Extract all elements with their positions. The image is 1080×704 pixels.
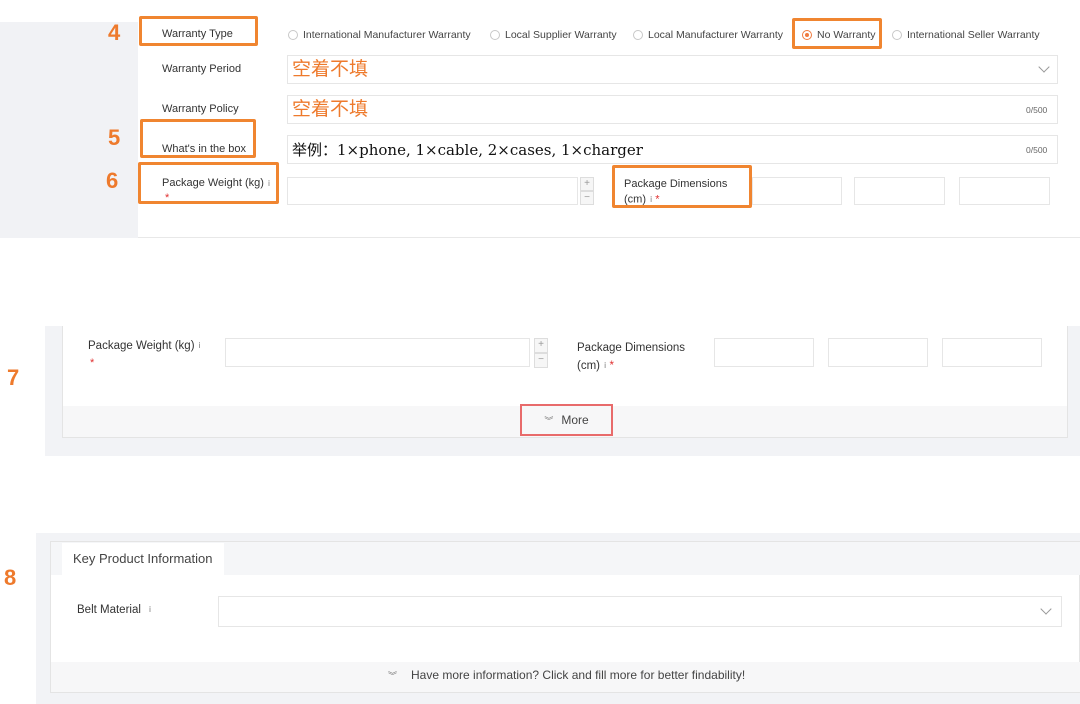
radio-label: Local Manufacturer Warranty: [648, 29, 783, 41]
radio-international-seller-warranty[interactable]: International Seller Warranty: [892, 29, 1040, 41]
double-chevron-down-icon: ︾: [388, 670, 398, 681]
step-number-6: 6: [106, 168, 119, 193]
package-weight-input[interactable]: [287, 177, 578, 205]
highlight-package-weight: [138, 162, 279, 204]
info-icon[interactable]: i: [199, 341, 201, 350]
package-length-input[interactable]: [752, 177, 842, 205]
package-height-input[interactable]: [959, 177, 1050, 205]
package-weight-label: Package Weight (kg) i: [88, 340, 201, 352]
increment-button[interactable]: +: [580, 177, 594, 191]
radio-circle[interactable]: [490, 30, 500, 40]
whats-in-the-box-annotation: 举例：1×phone, 1×cable, 2×cases, 1×charger: [292, 141, 643, 159]
package-height-input[interactable]: [942, 338, 1042, 367]
unit-text: (cm): [577, 360, 600, 373]
step-number-4: 4: [108, 20, 121, 45]
package-weight-input[interactable]: [225, 338, 530, 367]
package-length-input[interactable]: [714, 338, 814, 367]
radio-label: Local Supplier Warranty: [505, 29, 617, 41]
highlight-whats-in-the-box: [140, 119, 256, 158]
radio-international-manufacturer-warranty[interactable]: International Manufacturer Warranty: [288, 29, 471, 41]
step-number-5: 5: [108, 125, 121, 150]
increment-button[interactable]: +: [534, 338, 548, 353]
warranty-period-label: Warranty Period: [162, 63, 242, 75]
highlight-no-warranty: [792, 18, 882, 49]
info-icon[interactable]: i: [149, 605, 151, 614]
decrement-button[interactable]: −: [580, 191, 594, 205]
radio-local-manufacturer-warranty[interactable]: Local Manufacturer Warranty: [633, 29, 783, 41]
highlight-warranty-type: [139, 16, 258, 46]
warranty-period-select[interactable]: [287, 55, 1058, 84]
required-asterisk: *: [609, 360, 614, 373]
radio-local-supplier-warranty[interactable]: Local Supplier Warranty: [490, 29, 617, 41]
warranty-period-annotation: 空着不填: [292, 58, 369, 80]
whats-in-the-box-char-counter: 0/500: [1026, 145, 1048, 155]
more-info-label: Have more information? Click and fill mo…: [411, 668, 746, 682]
belt-material-label: Belt Material i: [77, 604, 151, 616]
required-asterisk: *: [90, 357, 95, 369]
info-icon[interactable]: i: [604, 357, 606, 375]
package-width-input[interactable]: [828, 338, 928, 367]
warranty-policy-annotation: 空着不填: [292, 98, 369, 120]
step-number-7: 7: [7, 365, 20, 390]
highlight-more-button: [520, 404, 613, 436]
section-title: Key Product Information: [73, 551, 213, 566]
decrement-button[interactable]: −: [534, 353, 548, 368]
radio-circle[interactable]: [633, 30, 643, 40]
belt-material-label-text: Belt Material: [77, 604, 141, 616]
radio-label: International Seller Warranty: [907, 29, 1040, 41]
step-number-8: 8: [4, 565, 17, 590]
package-dimensions-label-line1: Package Dimensions: [577, 342, 686, 354]
package-dimensions-label: Package Dimensions (cm) i *: [577, 339, 685, 375]
radio-label: International Manufacturer Warranty: [303, 29, 471, 41]
package-weight-label-text: Package Weight (kg): [88, 340, 195, 352]
warranty-policy-char-counter: 0/500: [1026, 105, 1048, 115]
package-width-input[interactable]: [854, 177, 945, 205]
warranty-policy-input[interactable]: [287, 95, 1058, 124]
belt-material-select[interactable]: [218, 596, 1062, 627]
radio-circle[interactable]: [892, 30, 902, 40]
warranty-policy-label: Warranty Policy: [162, 103, 239, 115]
package-dimensions-label-line2: (cm) i *: [577, 357, 685, 375]
more-info-button[interactable]: ︾ Have more information? Click and fill …: [388, 668, 745, 682]
radio-circle[interactable]: [288, 30, 298, 40]
highlight-package-dimensions: [612, 165, 752, 208]
